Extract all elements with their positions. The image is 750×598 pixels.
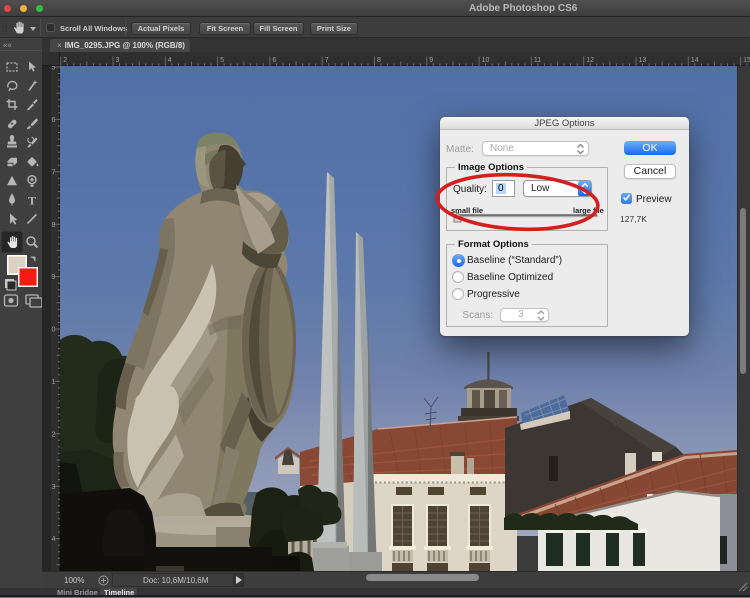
svg-text:7: 7 (325, 57, 329, 64)
svg-text:4: 4 (52, 536, 56, 543)
svg-text:12: 12 (586, 57, 594, 64)
svg-text:3: 3 (116, 57, 120, 64)
svg-text:««: «« (3, 41, 12, 50)
svg-text:2: 2 (63, 57, 67, 64)
svg-text:11: 11 (534, 57, 541, 64)
svg-text:7: 7 (52, 169, 56, 176)
svg-text:5: 5 (52, 66, 56, 72)
svg-text:3: 3 (52, 484, 56, 491)
svg-text:10: 10 (482, 57, 490, 64)
svg-text:6: 6 (52, 117, 56, 124)
svg-text:1: 1 (52, 379, 56, 386)
svg-text:0: 0 (52, 327, 56, 334)
svg-text:4: 4 (168, 57, 172, 64)
svg-text:9: 9 (429, 57, 433, 64)
svg-text:5: 5 (220, 57, 224, 64)
svg-text:9: 9 (52, 274, 56, 281)
svg-text:6: 6 (272, 57, 276, 64)
svg-text:15: 15 (743, 57, 750, 64)
svg-text:T: T (28, 194, 36, 208)
svg-text:8: 8 (377, 57, 381, 64)
svg-text:8: 8 (52, 222, 56, 229)
svg-text:2: 2 (52, 431, 56, 438)
svg-text:13: 13 (639, 57, 647, 64)
svg-text:14: 14 (691, 57, 699, 64)
